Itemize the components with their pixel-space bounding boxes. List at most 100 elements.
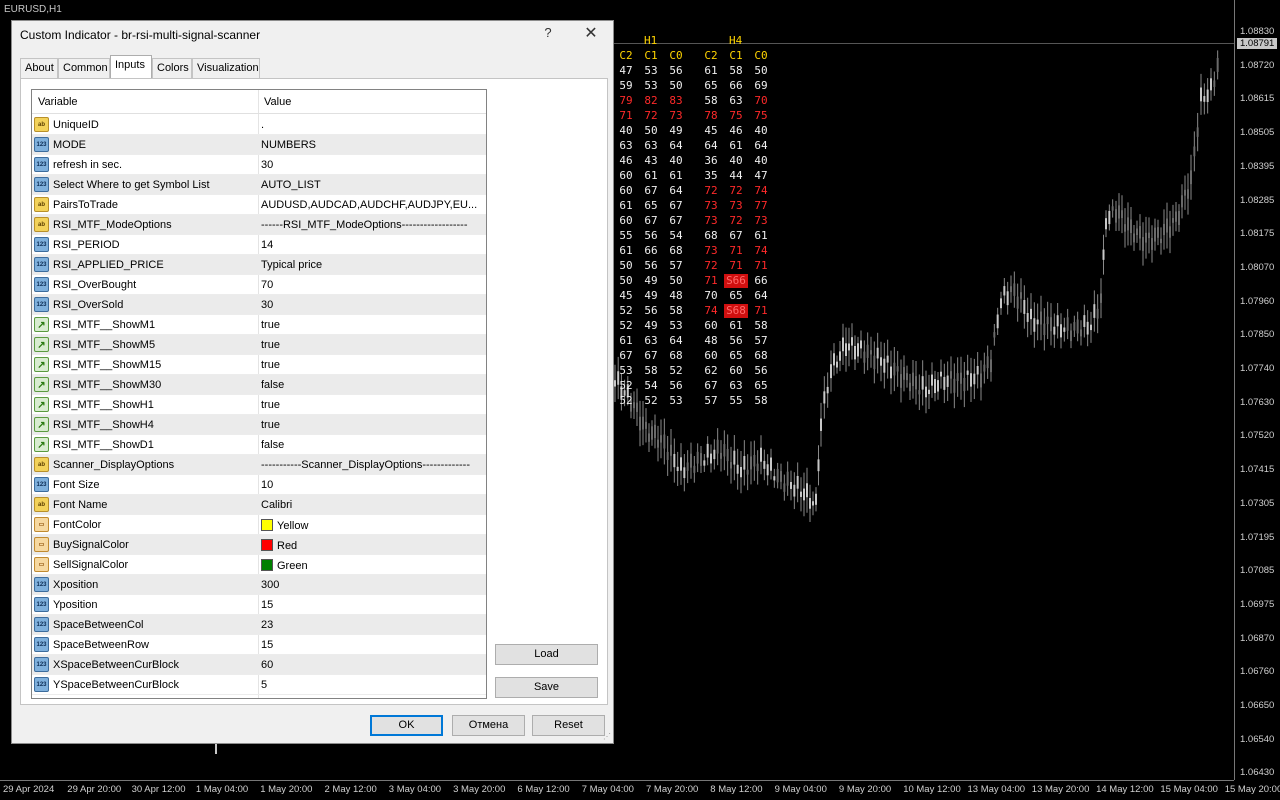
- param-row[interactable]: 123 XSpaceBetweenCurBlock 60: [32, 655, 486, 675]
- scanner-rsi-value: 45: [619, 289, 633, 302]
- param-row[interactable]: 123 Yposition 15: [32, 595, 486, 615]
- param-value[interactable]: false: [261, 439, 483, 451]
- param-value[interactable]: true: [261, 399, 483, 411]
- color-swatch[interactable]: [261, 559, 273, 571]
- current-price-label: 1.08791: [1237, 38, 1278, 49]
- param-row[interactable]: 123 SpaceBetweenRow 15: [32, 635, 486, 655]
- param-value[interactable]: 300: [261, 579, 483, 591]
- price-tick-label: 1.06650: [1240, 700, 1275, 711]
- param-row[interactable]: ▭ BuySignalColor Red: [32, 535, 486, 555]
- param-value[interactable]: Typical price: [261, 259, 483, 271]
- price-axis[interactable]: 1.08791 1.08830 1.08720 1.08615 1.08505 1.08…: [1234, 0, 1280, 780]
- param-row[interactable]: 123 MODE NUMBERS: [32, 135, 486, 155]
- param-name: Xposition: [53, 579, 99, 591]
- load-button[interactable]: Load: [495, 644, 598, 665]
- price-tick-label: 1.07740: [1240, 363, 1275, 374]
- string-type-icon: ab: [34, 117, 49, 132]
- scanner-rsi-value: 64: [754, 289, 768, 302]
- color-swatch[interactable]: [261, 519, 273, 531]
- param-row[interactable]: ↗ RSI_MTF__ShowM1 true: [32, 315, 486, 335]
- value-column-header[interactable]: Value: [264, 96, 291, 108]
- scanner-rsi-value: 71: [754, 259, 768, 272]
- param-row[interactable]: 123 YSpaceBetweenCurBlock 5: [32, 675, 486, 695]
- param-value[interactable]: NUMBERS: [261, 139, 483, 151]
- param-row[interactable]: 123 RSI_APPLIED_PRICE Typical price: [32, 255, 486, 275]
- string-type-icon: ab: [34, 217, 49, 232]
- param-value[interactable]: Calibri: [261, 499, 483, 511]
- param-row[interactable]: ab Scanner_DisplayOptions -----------Scann…: [32, 455, 486, 475]
- tab-about[interactable]: About: [20, 58, 58, 79]
- param-value[interactable]: -----------Scanner_DisplayOptions-------…: [261, 459, 483, 471]
- param-row[interactable]: ▭ SellSignalColor Green: [32, 555, 486, 575]
- param-value[interactable]: 5: [261, 679, 483, 691]
- param-row[interactable]: 123 RSI_PERIOD 14: [32, 235, 486, 255]
- scanner-rsi-value: 67: [669, 214, 683, 227]
- param-row[interactable]: 123 Font Size 10: [32, 475, 486, 495]
- param-value[interactable]: 23: [261, 619, 483, 631]
- tab-inputs[interactable]: Inputs: [110, 55, 152, 79]
- param-value[interactable]: Yellow: [261, 519, 483, 532]
- price-tick-label: 1.07195: [1240, 531, 1275, 543]
- param-row[interactable]: ab RSI_MTF_ModeOptions ------RSI_MTF_ModeO…: [32, 215, 486, 235]
- param-value[interactable]: Green: [261, 559, 483, 572]
- param-value[interactable]: 10: [261, 479, 483, 491]
- param-value[interactable]: 14: [261, 239, 483, 251]
- param-row[interactable]: 123 RSI_OverSold 30: [32, 295, 486, 315]
- scanner-rsi-value: 73: [754, 214, 768, 227]
- tab-visualization[interactable]: Visualization: [192, 58, 260, 79]
- scanner-rsi-value: 48: [704, 334, 718, 347]
- param-value[interactable]: 15: [261, 599, 483, 611]
- param-value[interactable]: AUTO_LIST: [261, 179, 483, 191]
- param-value[interactable]: true: [261, 339, 483, 351]
- param-row[interactable]: 123 Xposition 300: [32, 575, 486, 595]
- param-row[interactable]: ab PairsToTrade AUDUSD,AUDCAD,AUDCHF,AUDJP…: [32, 195, 486, 215]
- variable-column-header[interactable]: Variable: [38, 96, 78, 108]
- param-value[interactable]: 70: [261, 279, 483, 291]
- scanner-rsi-value: 54: [669, 229, 683, 242]
- param-value[interactable]: false: [261, 379, 483, 391]
- tab-colors[interactable]: Colors: [152, 58, 192, 79]
- cancel-button[interactable]: Отмена: [452, 715, 525, 736]
- param-value[interactable]: 30: [261, 299, 483, 311]
- resize-grip-icon[interactable]: ⋰: [603, 732, 611, 741]
- time-axis[interactable]: 29 Apr 2024 29 Apr 20:00 30 Apr 12:00 1 May…: [0, 780, 1280, 800]
- help-button[interactable]: ?: [540, 25, 556, 40]
- param-value[interactable]: true: [261, 319, 483, 331]
- scanner-rsi-value: 56: [729, 334, 743, 347]
- param-row[interactable]: 123 SpaceBetweenCol 23: [32, 615, 486, 635]
- param-value[interactable]: true: [261, 419, 483, 431]
- param-row[interactable]: ↗ RSI_MTF__ShowH1 true: [32, 395, 486, 415]
- param-row[interactable]: 123 Select Where to get Symbol List AUTO_L…: [32, 175, 486, 195]
- number-type-icon: 123: [34, 237, 49, 252]
- param-value[interactable]: Red: [261, 539, 483, 552]
- param-row[interactable]: ↗ RSI_MTF__ShowD1 false: [32, 435, 486, 455]
- reset-button[interactable]: Reset: [532, 715, 605, 736]
- tab-common[interactable]: Common: [58, 58, 110, 79]
- param-value[interactable]: ------RSI_MTF_ModeOptions---------------…: [261, 219, 483, 231]
- ok-button[interactable]: OK: [370, 715, 443, 736]
- param-row[interactable]: ab UniqueID.: [32, 115, 486, 135]
- param-row[interactable]: 123 refresh in sec. 30: [32, 155, 486, 175]
- param-row[interactable]: ↗ RSI_MTF__ShowM5 true: [32, 335, 486, 355]
- param-row[interactable]: 123 RSI_OverBought 70: [32, 275, 486, 295]
- save-button[interactable]: Save: [495, 677, 598, 698]
- scanner-rsi-value: 44: [729, 169, 743, 182]
- param-row[interactable]: ab Font Name Calibri: [32, 495, 486, 515]
- scanner-rsi-value: 82: [644, 94, 658, 107]
- param-value[interactable]: 60: [261, 659, 483, 671]
- parameters-grid[interactable]: Variable Value ab UniqueID. 123 MODE NUMBERS…: [31, 89, 487, 699]
- scanner-rsi-value: 65: [729, 289, 743, 302]
- param-row[interactable]: ↗ RSI_MTF__ShowH4 true: [32, 415, 486, 435]
- param-value[interactable]: 15: [261, 639, 483, 651]
- param-row[interactable]: ↗ RSI_MTF__ShowM15 true: [32, 355, 486, 375]
- color-swatch[interactable]: [261, 539, 273, 551]
- param-value[interactable]: true: [261, 359, 483, 371]
- time-tick-label: 13 May 04:00: [967, 784, 1026, 795]
- param-row[interactable]: ▭ FontColor Yellow: [32, 515, 486, 535]
- param-value[interactable]: .: [261, 119, 483, 131]
- param-row[interactable]: ↗ RSI_MTF__ShowM30 false: [32, 375, 486, 395]
- param-value[interactable]: AUDUSD,AUDCAD,AUDCHF,AUDJPY,EU...: [261, 199, 483, 211]
- bool-type-icon: ↗: [34, 317, 49, 332]
- close-icon[interactable]: ✕: [580, 23, 602, 43]
- param-value[interactable]: 30: [261, 159, 483, 171]
